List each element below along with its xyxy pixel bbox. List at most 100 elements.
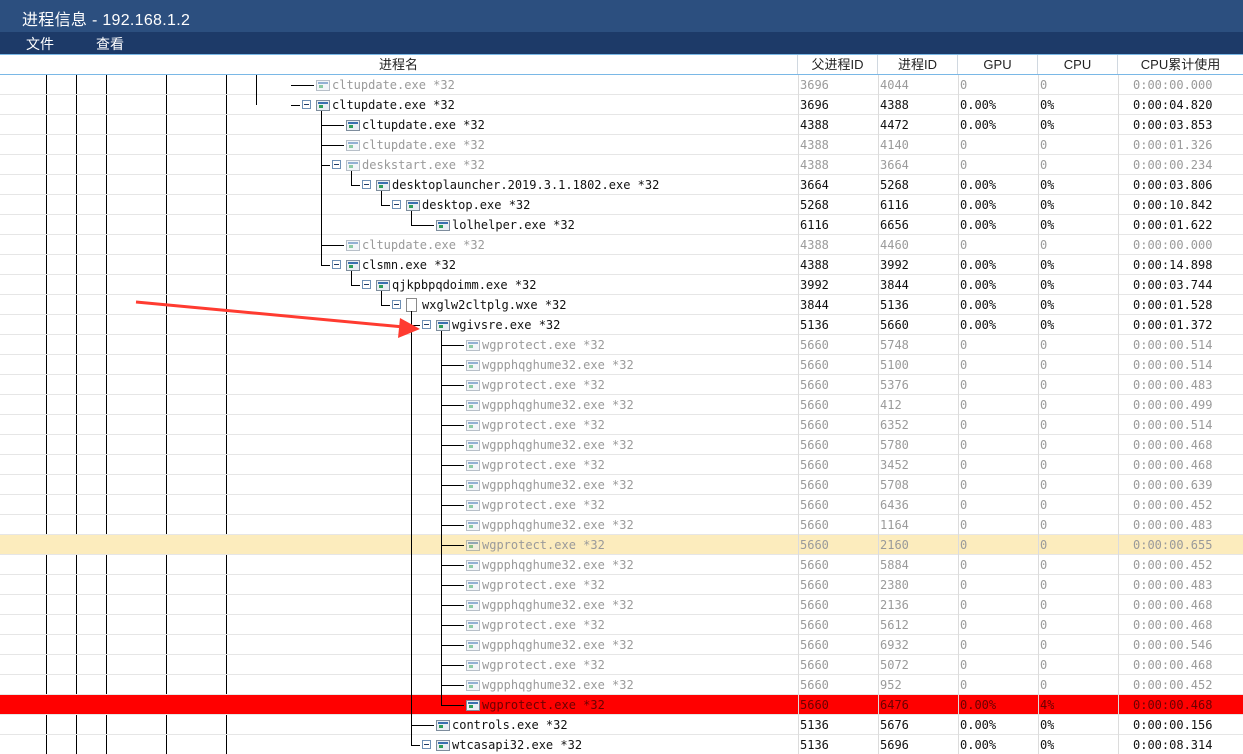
collapse-icon[interactable] bbox=[422, 320, 431, 329]
process-icon bbox=[436, 220, 450, 231]
process-row[interactable]: wgprotect.exe *32 5660 2380 0 0 0:00:00.483 bbox=[0, 575, 1243, 595]
process-name: deskstart.exe *32 bbox=[362, 158, 485, 172]
process-row[interactable]: cltupdate.exe *32 4388 4140 0 0 0:00:01.326 bbox=[0, 135, 1243, 155]
cell-pid: 4140 bbox=[880, 138, 909, 152]
collapse-icon[interactable] bbox=[362, 180, 371, 189]
cell-cpu: 0 bbox=[1040, 578, 1048, 592]
process-row[interactable]: wgprotect.exe *32 5660 6352 0 0 0:00:00.514 bbox=[0, 415, 1243, 435]
cell-gpu: 0.00% bbox=[960, 198, 997, 212]
collapse-icon[interactable] bbox=[392, 300, 401, 309]
collapse-icon[interactable] bbox=[362, 280, 371, 289]
process-row[interactable]: desktop.exe *32 5268 6116 0.00% 0% 0:00:10.84… bbox=[0, 195, 1243, 215]
tree-connector-line bbox=[441, 705, 464, 706]
cell-ppid: 5660 bbox=[800, 518, 829, 532]
menu-view[interactable]: 查看 bbox=[96, 34, 124, 54]
collapse-icon[interactable] bbox=[332, 260, 341, 269]
process-row[interactable]: wgpphqghume32.exe *32 5660 952 0 0 0:00:00.45… bbox=[0, 675, 1243, 695]
process-row[interactable]: wgprotect.exe *32 5660 6436 0 0 0:00:00.452 bbox=[0, 495, 1243, 515]
process-row[interactable]: wgprotect.exe *32 5660 6476 0.00% 4% 0:00:00.… bbox=[0, 695, 1243, 715]
cell-gpu: 0 bbox=[960, 578, 968, 592]
process-name: wgpphqghume32.exe *32 bbox=[482, 598, 634, 612]
process-row[interactable]: wgpphqghume32.exe *32 5660 412 0 0 0:00:00.49… bbox=[0, 395, 1243, 415]
collapse-icon[interactable] bbox=[302, 100, 311, 109]
process-row[interactable]: cltupdate.exe *32 4388 4472 0.00% 0% 0:00:03.… bbox=[0, 115, 1243, 135]
cell-pid: 952 bbox=[880, 678, 902, 692]
tree-connector-line bbox=[441, 505, 464, 506]
tree-connector-line bbox=[441, 331, 442, 705]
process-icon bbox=[466, 620, 480, 631]
process-icon bbox=[466, 700, 480, 711]
collapse-icon[interactable] bbox=[422, 740, 431, 749]
cell-pid: 412 bbox=[880, 398, 902, 412]
cell-gpu: 0 bbox=[960, 378, 968, 392]
cell-pid: 5676 bbox=[880, 718, 909, 732]
process-row[interactable]: wgprotect.exe *32 5660 3452 0 0 0:00:00.468 bbox=[0, 455, 1243, 475]
cell-cpu: 0 bbox=[1040, 658, 1048, 672]
column-header-gpu[interactable]: GPU bbox=[958, 55, 1038, 74]
process-row[interactable]: wgpphqghume32.exe *32 5660 5884 0 0 0:00:00.4… bbox=[0, 555, 1243, 575]
process-row[interactable]: wgprotect.exe *32 5660 5376 0 0 0:00:00.483 bbox=[0, 375, 1243, 395]
cell-cputime: 0:00:00.234 bbox=[1133, 158, 1213, 172]
cell-cpu: 0 bbox=[1040, 418, 1048, 432]
cell-cputime: 0:00:00.468 bbox=[1133, 698, 1213, 712]
process-row[interactable]: wgpphqghume32.exe *32 5660 5708 0 0 0:00:00.6… bbox=[0, 475, 1243, 495]
process-row[interactable]: deskstart.exe *32 4388 3664 0 0 0:00:00.234 bbox=[0, 155, 1243, 175]
process-row[interactable]: cltupdate.exe *32 3696 4044 0 0 0:00:00.000 bbox=[0, 75, 1243, 95]
tree-connector-line bbox=[321, 165, 330, 166]
cell-ppid: 6116 bbox=[800, 218, 829, 232]
cell-gpu: 0 bbox=[960, 478, 968, 492]
cell-pid: 5884 bbox=[880, 558, 909, 572]
cell-pid: 3664 bbox=[880, 158, 909, 172]
process-icon bbox=[436, 740, 450, 751]
tree-connector-line bbox=[441, 485, 464, 486]
collapse-icon[interactable] bbox=[392, 200, 401, 209]
process-name: desktoplauncher.2019.3.1.1802.exe *32 bbox=[392, 178, 660, 192]
cell-ppid: 5660 bbox=[800, 618, 829, 632]
process-icon bbox=[436, 720, 450, 731]
process-row[interactable]: lolhelper.exe *32 6116 6656 0.00% 0% 0:00:01.… bbox=[0, 215, 1243, 235]
cell-gpu: 0.00% bbox=[960, 698, 997, 712]
cell-cputime: 0:00:00.655 bbox=[1133, 538, 1213, 552]
cell-cpu: 0 bbox=[1040, 378, 1048, 392]
process-row[interactable]: wgpphqghume32.exe *32 5660 5780 0 0 0:00:00.4… bbox=[0, 435, 1243, 455]
tree-connector-line bbox=[351, 185, 360, 186]
process-row[interactable]: controls.exe *32 5136 5676 0.00% 0% 0:00:00.1… bbox=[0, 715, 1243, 735]
process-row[interactable]: wgpphqghume32.exe *32 5660 2136 0 0 0:00:00.4… bbox=[0, 595, 1243, 615]
column-header-pid[interactable]: 进程ID bbox=[878, 55, 958, 74]
process-row[interactable]: cltupdate.exe *32 4388 4460 0 0 0:00:00.000 bbox=[0, 235, 1243, 255]
process-row[interactable]: wgprotect.exe *32 5660 5748 0 0 0:00:00.514 bbox=[0, 335, 1243, 355]
process-row[interactable]: wgprotect.exe *32 5660 5072 0 0 0:00:00.468 bbox=[0, 655, 1243, 675]
process-row[interactable]: wgprotect.exe *32 5660 5612 0 0 0:00:00.468 bbox=[0, 615, 1243, 635]
cell-ppid: 5660 bbox=[800, 678, 829, 692]
process-name: wgprotect.exe *32 bbox=[482, 378, 605, 392]
cell-gpu: 0.00% bbox=[960, 258, 997, 272]
process-row[interactable]: wtcasapi32.exe *32 5136 5696 0.00% 0% 0:00:08… bbox=[0, 735, 1243, 754]
process-row[interactable]: wgpphqghume32.exe *32 5660 5100 0 0 0:00:00.5… bbox=[0, 355, 1243, 375]
cell-gpu: 0.00% bbox=[960, 318, 997, 332]
process-row[interactable]: cltupdate.exe *32 3696 4388 0.00% 0% 0:00:04.… bbox=[0, 95, 1243, 115]
cell-cpu: 0% bbox=[1040, 178, 1055, 192]
tree-connector-line bbox=[321, 265, 330, 266]
column-header-cpu[interactable]: CPU bbox=[1038, 55, 1118, 74]
process-row[interactable]: clsmn.exe *32 4388 3992 0.00% 0% 0:00:14.898 bbox=[0, 255, 1243, 275]
process-row[interactable]: qjkpbpqdoimm.exe *32 3992 3844 0.00% 0% 0:00:… bbox=[0, 275, 1243, 295]
cell-ppid: 3696 bbox=[800, 78, 829, 92]
menu-file[interactable]: 文件 bbox=[26, 34, 54, 54]
process-row[interactable]: desktoplauncher.2019.3.1.1802.exe *32 366… bbox=[0, 175, 1243, 195]
column-header-cputime[interactable]: CPU累计使用 bbox=[1118, 55, 1243, 74]
tree-connector-line bbox=[441, 405, 464, 406]
process-icon bbox=[346, 140, 360, 151]
process-row[interactable]: wgpphqghume32.exe *32 5660 6932 0 0 0:00:00.5… bbox=[0, 635, 1243, 655]
cell-ppid: 5660 bbox=[800, 698, 829, 712]
column-header-name[interactable]: 进程名 bbox=[0, 55, 798, 74]
cell-pid: 6476 bbox=[880, 698, 909, 712]
collapse-icon[interactable] bbox=[332, 160, 341, 169]
process-row[interactable]: wgivsre.exe *32 5136 5660 0.00% 0% 0:00:01.37… bbox=[0, 315, 1243, 335]
process-name: cltupdate.exe *32 bbox=[362, 118, 485, 132]
cell-ppid: 5660 bbox=[800, 578, 829, 592]
process-row[interactable]: wgprotect.exe *32 5660 2160 0 0 0:00:00.655 bbox=[0, 535, 1243, 555]
process-row[interactable]: wxglw2cltplg.wxe *32 3844 5136 0.00% 0% 0:00:… bbox=[0, 295, 1243, 315]
column-header-ppid[interactable]: 父进程ID bbox=[798, 55, 878, 74]
cell-cputime: 0:00:00.483 bbox=[1133, 578, 1213, 592]
process-row[interactable]: wgpphqghume32.exe *32 5660 1164 0 0 0:00:00.4… bbox=[0, 515, 1243, 535]
